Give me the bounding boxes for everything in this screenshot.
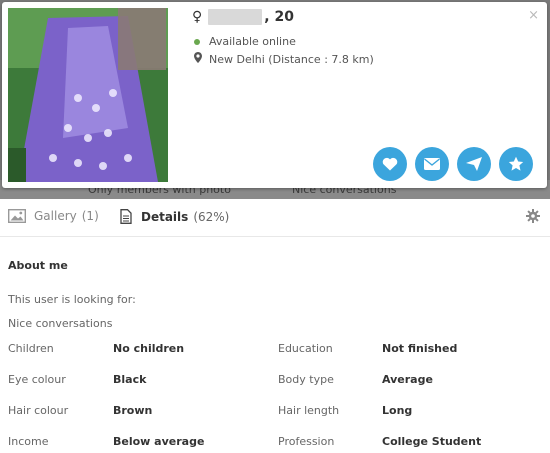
wink-button[interactable] [457,147,491,181]
detail-label: Profession [278,435,335,448]
tab-gallery[interactable]: Gallery (1) [8,209,99,223]
action-buttons [373,147,533,181]
profile-age: , 20 [264,9,294,25]
online-status: Available online [194,35,296,48]
message-button[interactable] [415,147,449,181]
detail-value: No children [113,342,185,355]
profile-card: × ♀ , 20 Available online New Delhi (Dis… [2,2,547,188]
location-row: New Delhi (Distance : 7.8 km) [194,52,374,66]
details-panel: Gallery (1) Details (62%) About me This … [0,199,550,453]
online-status-text: Available online [209,35,296,48]
send-icon [466,157,482,171]
online-dot-icon [194,38,200,45]
profile-photo[interactable] [8,8,168,182]
detail-value: Brown [113,404,153,417]
detail-label: Children [8,342,54,355]
star-icon [508,156,524,171]
document-icon [120,209,132,224]
detail-value: College Student [382,435,482,448]
detail-value: Long [382,404,413,417]
detail-value: Not finished [382,342,458,355]
tab-gallery-label: Gallery [34,209,77,223]
detail-label: Hair length [278,404,340,417]
about-heading: About me [8,259,68,272]
profile-name-blurred [208,9,263,25]
envelope-icon [424,158,440,170]
map-pin-icon [194,52,202,66]
close-icon[interactable]: × [528,8,539,23]
profile-photo-image [8,8,168,182]
image-icon [8,209,26,223]
profile-name-row: ♀ , 20 [192,9,294,25]
favorite-button[interactable] [499,147,533,181]
female-icon: ♀ [192,9,203,25]
detail-label: Education [278,342,333,355]
profile-tabs: Gallery (1) Details (62%) [0,199,550,237]
detail-label: Income [8,435,49,448]
looking-for-value: Nice conversations [8,317,113,330]
looking-for-label: This user is looking for: [8,293,136,306]
tab-details-label: Details [141,209,189,224]
location-text: New Delhi (Distance : 7.8 km) [209,52,374,66]
detail-label: Body type [278,373,334,386]
detail-value: Below average [113,435,205,448]
like-button[interactable] [373,147,407,181]
tab-details[interactable]: Details (62%) [120,209,229,224]
detail-label: Eye colour [8,373,66,386]
tab-details-percent: (62%) [193,209,230,224]
detail-label: Hair colour [8,404,69,417]
detail-value: Average [382,373,433,386]
detail-value: Black [113,373,147,386]
heart-icon [382,157,398,171]
gear-icon[interactable] [526,208,540,227]
tab-gallery-count: (1) [81,209,99,223]
